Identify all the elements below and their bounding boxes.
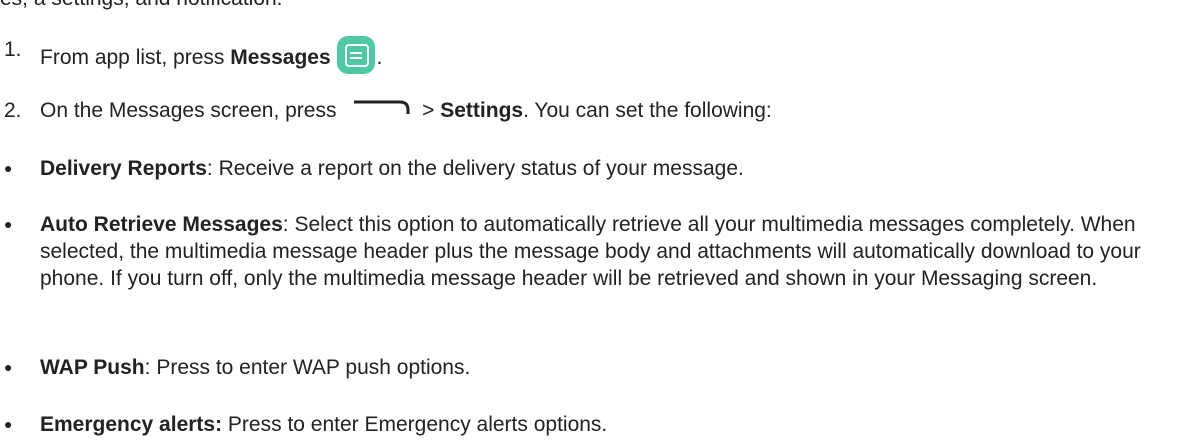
option-desc: Press to enter WAP push options. [150, 356, 471, 379]
bullet-icon: ● [4, 359, 13, 375]
bullet-icon: ● [4, 160, 13, 176]
step-text: From app list, press Messages. [40, 36, 1177, 74]
list-item-text: Emergency alerts: Press to enter Emergen… [40, 411, 1177, 438]
step-text-mid: > [416, 99, 441, 122]
list-item-text: WAP Push: Press to enter WAP push option… [40, 354, 1177, 381]
option-term: Auto Retrieve Messages [40, 213, 283, 236]
step-text-post: . [376, 46, 383, 69]
step-number: 2. [4, 99, 22, 122]
step-text-pre: From app list, press [40, 46, 231, 69]
cut-off-line: es, a settings, and notification. [0, 0, 283, 11]
option-term: Emergency alerts: [40, 413, 223, 436]
menu-icon [354, 100, 410, 114]
option-desc: Press to enter Emergency alerts options. [222, 413, 608, 436]
list-item-text: Delivery Reports: Receive a report on th… [40, 155, 1177, 182]
messages-label: Messages [230, 46, 331, 69]
step-text-post: . You can set the following: [523, 99, 772, 122]
settings-label: Settings [440, 99, 524, 122]
bullet-icon: ● [4, 416, 13, 432]
option-term: Delivery Reports [40, 157, 207, 180]
option-term: WAP Push [40, 356, 145, 379]
option-desc: Receive a report on the delivery status … [212, 157, 744, 180]
step-text: On the Messages screen, press > Settings… [40, 97, 1177, 124]
bullet-icon: ● [4, 216, 13, 232]
messages-app-icon [336, 36, 375, 74]
step-text-pre: On the Messages screen, press [40, 99, 343, 122]
list-item-text: Auto Retrieve Messages: Select this opti… [40, 211, 1177, 292]
step-number: 1. [4, 38, 22, 61]
